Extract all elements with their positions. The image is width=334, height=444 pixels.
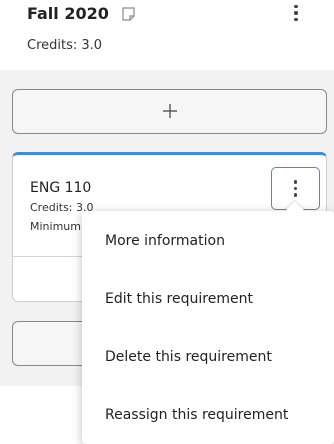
requirement-options-menu: More information Edit this requirement D…: [82, 211, 334, 444]
note-icon[interactable]: [122, 6, 135, 21]
term-options-button[interactable]: [287, 0, 305, 26]
vertical-ellipsis-icon: [293, 180, 298, 184]
vertical-ellipsis-icon: [294, 4, 298, 9]
menu-item-delete-requirement[interactable]: Delete this requirement: [82, 328, 334, 386]
term-title: Fall 2020: [27, 4, 109, 23]
plus-icon: [163, 104, 177, 118]
menu-item-reassign-requirement[interactable]: Reassign this requirement: [82, 386, 334, 444]
menu-item-more-information[interactable]: More information: [82, 212, 334, 270]
term-header: Fall 2020 Credits: 3.0: [27, 2, 327, 62]
requirement-code: ENG 110: [30, 180, 92, 196]
menu-item-edit-requirement[interactable]: Edit this requirement: [82, 270, 334, 328]
term-credits: Credits: 3.0: [27, 38, 103, 53]
add-requirement-button[interactable]: [12, 89, 327, 134]
requirement-minimum: Minimum: [30, 220, 81, 233]
